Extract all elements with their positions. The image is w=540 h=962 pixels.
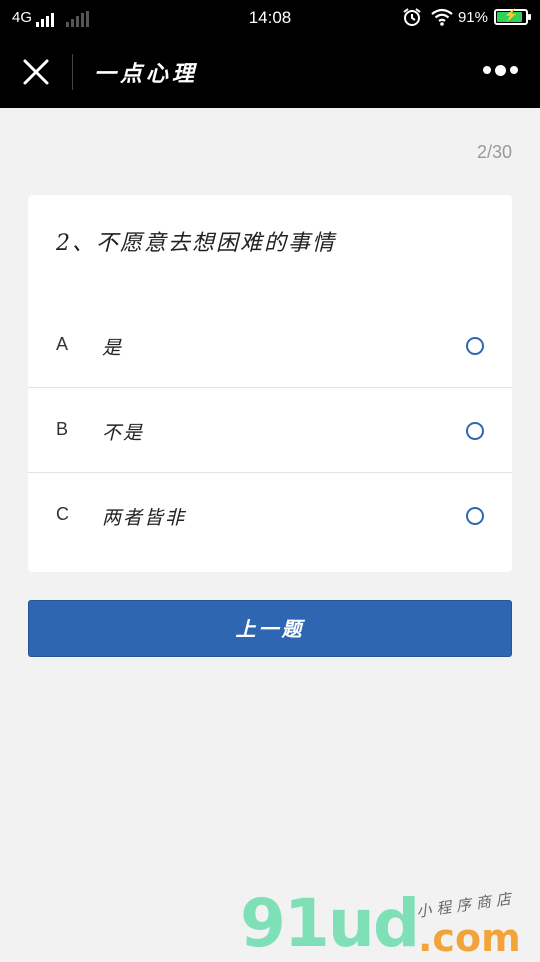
option-letter: B — [56, 419, 69, 439]
option-c[interactable]: C 两者皆非 — [28, 473, 512, 558]
option-a[interactable]: A 是 — [28, 303, 512, 388]
watermark-main: 91ud — [240, 885, 420, 962]
nav-divider — [72, 54, 73, 90]
question-card: 2、不愿意去想困难的事情 A 是 B 不是 C 两者皆非 — [28, 195, 512, 572]
previous-question-button[interactable]: 上一题 — [28, 600, 512, 657]
page-title: 一点心理 — [94, 61, 199, 87]
charging-bolt-icon: ⚡ — [503, 8, 519, 22]
radio-button[interactable] — [466, 507, 484, 525]
wifi-icon — [431, 8, 453, 26]
watermark-logo: 91ud 小程序商店 .com — [240, 885, 540, 962]
option-letter: C — [56, 504, 69, 524]
option-label: 两者皆非 — [102, 507, 187, 529]
battery-icon: ⚡ — [494, 8, 531, 25]
status-right: 91% ⚡ — [402, 7, 531, 27]
option-letter: A — [56, 334, 69, 354]
radio-button[interactable] — [466, 337, 484, 355]
option-b[interactable]: B 不是 — [28, 388, 512, 473]
option-label: 不是 — [102, 422, 145, 444]
close-icon[interactable] — [22, 58, 50, 86]
status-bar: 4G 14:08 91% ⚡ — [0, 0, 540, 36]
option-label: 是 — [102, 337, 124, 359]
watermark-suffix: .com — [418, 916, 521, 960]
question-progress: 2/30 — [476, 142, 512, 162]
nav-bar: 一点心理 — [0, 36, 540, 108]
radio-button[interactable] — [466, 422, 484, 440]
more-icon[interactable] — [479, 64, 518, 76]
question-text: 2、不愿意去想困难的事情 — [56, 231, 336, 256]
alarm-icon — [403, 8, 421, 26]
battery-percent: 91% — [457, 8, 488, 26]
